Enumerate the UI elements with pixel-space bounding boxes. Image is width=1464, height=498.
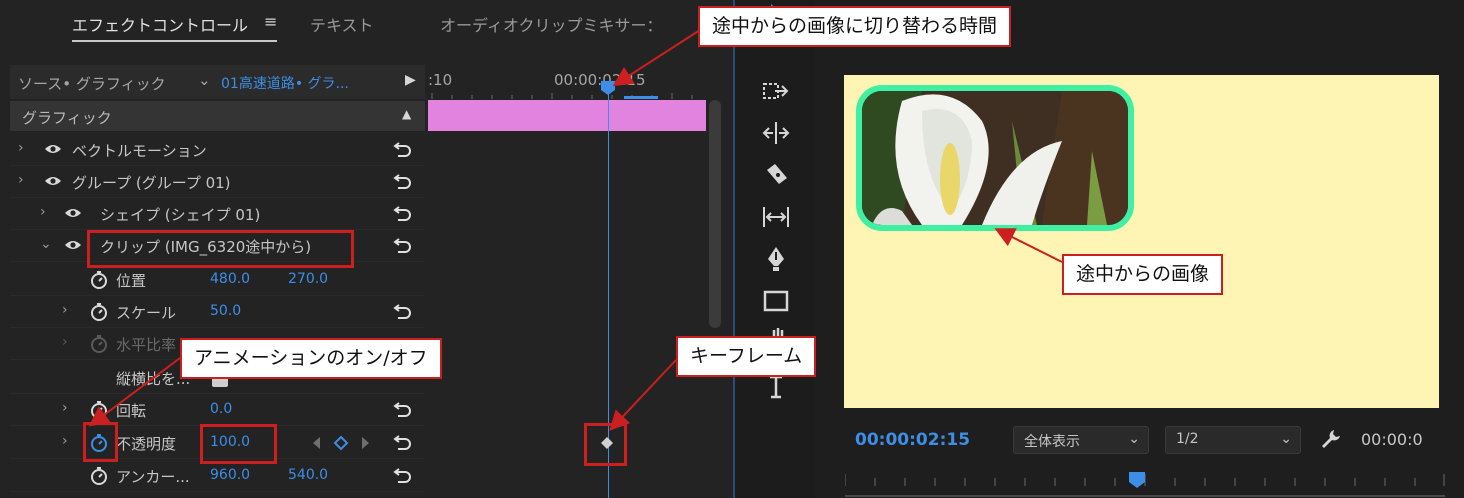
property-label: 水平比率 <box>116 336 177 354</box>
property-row-scale: › スケール 50.0 <box>10 296 425 328</box>
callout-anim-toggle: アニメーションのオン/オフ <box>180 338 442 379</box>
twirl-right-icon[interactable]: › <box>18 172 24 188</box>
eye-icon[interactable] <box>44 143 62 155</box>
tab-effect-controls[interactable]: エフェクトコントロール <box>72 12 248 36</box>
reset-icon[interactable] <box>393 399 413 419</box>
pen-tool-icon[interactable] <box>761 244 791 274</box>
tab-audio-clip-mixer[interactable]: オーディオクリップミキサー： <box>440 12 663 36</box>
property-label: 位置 <box>116 272 147 290</box>
resolution-value: 1/2 <box>1176 431 1199 447</box>
calla-lily-image <box>862 91 1128 225</box>
callout-mid-image: 途中からの画像 <box>1062 254 1224 295</box>
highlight-stopwatch <box>83 422 118 462</box>
property-label: アンカー... <box>116 468 190 486</box>
reset-icon[interactable] <box>393 203 413 223</box>
razor-tool-icon[interactable] <box>761 160 791 190</box>
play-triangle-icon[interactable]: ▶ <box>405 72 416 88</box>
layer-label: グループ (グループ 01) <box>72 174 231 192</box>
program-monitor: 00:00:02:15 全体表示 ⌄ 1/2 ⌄ 00:00:0 <box>815 0 1464 498</box>
reset-icon[interactable] <box>393 432 413 452</box>
slip-tool-icon[interactable] <box>761 202 791 232</box>
zoom-level-select[interactable]: 全体表示 ⌄ <box>1013 426 1149 454</box>
monitor-scrub-bar[interactable] <box>845 470 1445 498</box>
callout-keyframe: キーフレーム <box>676 336 817 377</box>
stopwatch-icon[interactable] <box>90 400 108 420</box>
duration-timecode: 00:00:0 <box>1361 430 1423 449</box>
position-x-value[interactable]: 480.0 <box>210 271 250 287</box>
stopwatch-icon[interactable] <box>90 270 108 290</box>
reset-icon[interactable] <box>393 465 413 485</box>
reset-icon[interactable] <box>393 139 413 159</box>
source-label: ソース• グラフィック <box>18 75 166 93</box>
property-label: スケール <box>116 304 177 322</box>
anchor-x-value[interactable]: 960.0 <box>210 467 250 483</box>
sequence-clip-name[interactable]: 01高速道路• グラ... <box>221 73 349 93</box>
tools-panel <box>735 0 815 498</box>
layer-row-vector-motion[interactable]: › ベクトルモーション <box>10 134 425 166</box>
twirl-right-icon[interactable]: › <box>62 302 68 318</box>
stopwatch-icon <box>91 335 107 353</box>
section-title: グラフィック <box>22 109 112 127</box>
twirl-right-icon[interactable]: › <box>62 433 68 449</box>
timeline-ruler[interactable]: :10 00:00:02:15 <box>428 65 706 100</box>
position-y-value[interactable]: 270.0 <box>288 271 328 287</box>
active-tab-underline <box>72 40 277 42</box>
reset-icon[interactable] <box>393 235 413 255</box>
twirl-right-icon[interactable]: › <box>62 334 68 350</box>
reset-icon[interactable] <box>393 301 413 321</box>
layer-row-group[interactable]: › グループ (グループ 01) <box>10 166 425 198</box>
eye-icon[interactable] <box>64 207 82 219</box>
panel-tabs: エフェクトコントロール ≡ テキスト オーディオクリップミキサー： <box>0 0 733 52</box>
tab-text[interactable]: テキスト <box>310 12 374 36</box>
reset-icon[interactable] <box>393 171 413 191</box>
graphic-clip-bar[interactable] <box>428 100 706 131</box>
scale-value[interactable]: 50.0 <box>210 303 241 319</box>
clipped-image-frame[interactable] <box>856 85 1134 231</box>
collapse-triangle-icon[interactable]: ▲ <box>402 107 411 121</box>
ripple-edit-tool-icon[interactable] <box>761 118 791 148</box>
callout-switch-time: 途中からの画像に切り替わる時間 <box>698 6 1012 47</box>
chevron-down-icon: ⌄ <box>1280 431 1292 447</box>
anchor-y-value[interactable]: 540.0 <box>288 467 328 483</box>
zoom-level-value: 全体表示 <box>1024 434 1080 450</box>
twirl-right-icon[interactable]: › <box>62 400 68 416</box>
eye-icon[interactable] <box>64 239 82 251</box>
eye-icon[interactable] <box>44 175 62 187</box>
property-row-rotation: › 回転 0.0 <box>10 394 425 426</box>
chevron-down-icon: ⌄ <box>1128 431 1140 447</box>
stopwatch-icon[interactable] <box>90 302 108 322</box>
rectangle-tool-icon[interactable] <box>761 286 791 316</box>
rotation-value[interactable]: 0.0 <box>210 401 232 417</box>
layer-row-shape[interactable]: › シェイプ (シェイプ 01) <box>10 198 425 230</box>
twirl-right-icon[interactable]: › <box>40 204 46 220</box>
track-select-tool-icon[interactable] <box>761 76 791 106</box>
ruler-start-time: :10 <box>428 71 453 89</box>
chevron-down-icon[interactable]: ⌄ <box>198 71 211 89</box>
playhead-timecode[interactable]: 00:00:02:15 <box>855 430 970 450</box>
stopwatch-icon[interactable] <box>90 466 108 486</box>
playhead-handle[interactable] <box>600 80 616 96</box>
property-label: 回転 <box>116 402 147 420</box>
property-row-anchor: アンカー... 960.0 540.0 <box>10 460 425 492</box>
source-clip-row: ソース• グラフィック ⌄ 01高速道路• グラ... ▶ <box>10 65 425 99</box>
keyframe-navigator[interactable] <box>310 435 372 451</box>
monitor-canvas[interactable] <box>844 75 1439 408</box>
layer-label: シェイプ (シェイプ 01) <box>100 206 261 224</box>
panel-menu-icon[interactable]: ≡ <box>264 12 277 31</box>
highlight-opacity-value <box>200 424 277 464</box>
timeline-scrollbar[interactable] <box>709 100 721 328</box>
wrench-icon[interactable] <box>1320 428 1342 450</box>
ruler-ticks <box>431 93 693 99</box>
section-header-graphic[interactable]: グラフィック ▲ <box>10 101 425 131</box>
property-row-position: 位置 480.0 270.0 <box>10 264 425 296</box>
property-label: 不透明度 <box>116 435 177 453</box>
twirl-right-icon[interactable]: › <box>18 140 24 156</box>
layer-label: ベクトルモーション <box>72 142 207 160</box>
highlight-keyframe <box>584 423 627 466</box>
twirl-down-icon[interactable]: ⌄ <box>40 236 52 252</box>
playback-resolution-select[interactable]: 1/2 ⌄ <box>1165 426 1301 454</box>
highlight-clip-layer <box>87 230 354 268</box>
